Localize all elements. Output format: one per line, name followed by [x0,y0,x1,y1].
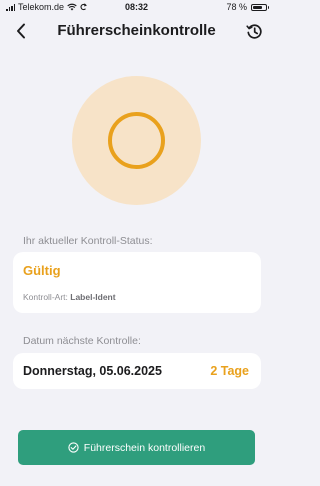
next-check-date: Donnerstag, 05.06.2025 [23,364,162,378]
history-button[interactable] [245,22,263,40]
kontroll-art-value: Label-Ident [70,292,116,302]
next-check-label: Datum nächste Kontrolle: [23,335,141,347]
status-bar: Telekom.de 08:32 78 % [0,0,273,16]
battery-icon [251,3,269,11]
check-circle-icon [68,442,79,453]
status-indicator [72,76,201,205]
days-left: 2 Tage [210,364,249,378]
check-license-button[interactable]: Führerschein kontrollieren [18,430,255,465]
status-ring-icon [108,112,165,169]
kontroll-art: Kontroll-Art: Label-Ident [23,292,116,302]
status-right: 78 % [226,2,269,12]
next-check-card: Donnerstag, 05.06.2025 2 Tage [13,353,261,389]
status-card: Gültig Kontroll-Art: Label-Ident [13,252,261,313]
status-value: Gültig [23,263,61,278]
page-title: Führerscheinkontrolle [57,22,216,39]
nav-bar: Führerscheinkontrolle [0,18,273,44]
current-status-label: Ihr aktueller Kontroll-Status: [23,235,153,247]
check-license-label: Führerschein kontrollieren [83,441,206,454]
kontroll-art-label: Kontroll-Art: [23,292,68,302]
history-clock-icon [245,23,262,39]
battery-level [253,5,263,9]
battery-percent: 78 % [226,2,247,12]
